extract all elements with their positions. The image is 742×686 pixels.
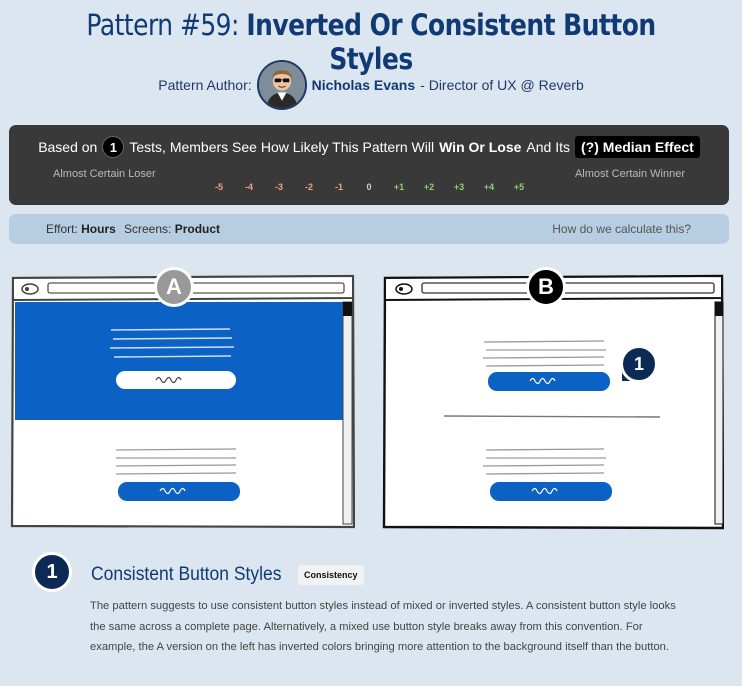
scale-value: +1 xyxy=(393,182,405,192)
median-effect-button[interactable]: (?) Median Effect xyxy=(575,136,700,158)
scale-value: +5 xyxy=(513,182,525,192)
effort-label: Effort: xyxy=(46,222,78,236)
detail-tag[interactable]: Consistency xyxy=(298,565,364,585)
scale-value: +2 xyxy=(423,182,435,192)
avatar xyxy=(256,60,307,110)
scale-value: -4 xyxy=(244,182,253,192)
variant-b-badge: B xyxy=(526,267,566,307)
meta-bar: Effort: Hours Screens: Product How do we… xyxy=(9,214,729,244)
based-on-text: Based on xyxy=(38,139,98,155)
detail-title: Consistent Button Styles xyxy=(91,564,282,585)
detail-number-badge: 1 xyxy=(32,552,72,592)
effect-header: Based on 1 Tests, Members See How Likely… xyxy=(9,136,729,158)
effort-info: Effort: Hours xyxy=(46,222,116,236)
calculate-link[interactable]: How do we calculate this? xyxy=(552,222,691,236)
author-row: Pattern Author: Nicholas Evans - Directo… xyxy=(0,60,742,110)
author-role: - Director of UX @ Reverb xyxy=(420,77,584,93)
scale-winner-label: Almost Certain Winner xyxy=(574,168,685,180)
screens-info: Screens: Product xyxy=(124,222,220,236)
screens-label: Screens: xyxy=(124,222,172,236)
win-or-lose-text: Win Or Lose xyxy=(439,139,522,155)
scale-value: -3 xyxy=(274,182,283,192)
scale-value: +4 xyxy=(483,182,495,192)
detail-title-row: Consistent Button Styles Consistency xyxy=(91,564,364,586)
title-prefix: Pattern #59: xyxy=(86,8,239,42)
avatar-portrait-icon xyxy=(258,62,305,108)
effect-scale: -5 -4 -3 -2 -1 0 +1 +2 +3 +4 +5 xyxy=(9,182,729,194)
pattern-marker-badge: 1 xyxy=(620,345,658,383)
author-name[interactable]: Nicholas Evans xyxy=(312,77,416,93)
scale-value: -5 xyxy=(214,182,223,192)
scale-value: +3 xyxy=(453,182,465,192)
screens-value: Product xyxy=(174,222,221,236)
and-its-text: And Its xyxy=(526,139,571,155)
scale-loser-label: Almost Certain Loser xyxy=(53,168,156,180)
effort-value: Hours xyxy=(81,222,116,236)
tests-count-badge: 1 xyxy=(102,136,125,158)
variant-a-mockup xyxy=(10,274,355,529)
variant-a-badge: A xyxy=(154,267,194,307)
variant-b-mockup xyxy=(382,274,724,530)
tests-text: Tests, Members See How Likely This Patte… xyxy=(129,139,435,155)
detail-description: The pattern suggests to use consistent b… xyxy=(90,600,676,653)
effect-panel: Based on 1 Tests, Members See How Likely… xyxy=(9,125,729,205)
author-label: Pattern Author: xyxy=(158,77,252,93)
scale-value: 0 xyxy=(366,182,372,192)
scale-value: -2 xyxy=(304,182,313,192)
scale-value: -1 xyxy=(334,182,343,192)
